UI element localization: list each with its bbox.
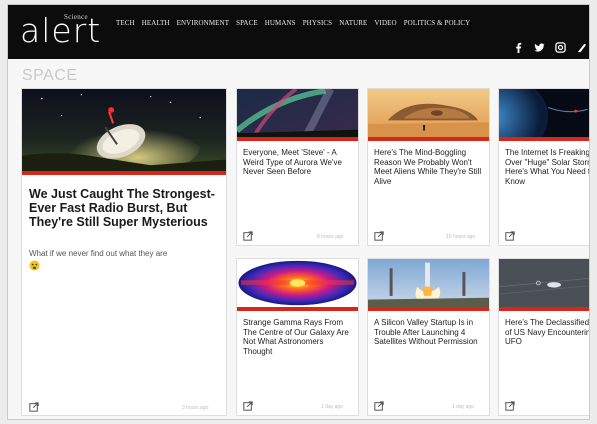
share-icon[interactable] bbox=[29, 402, 39, 412]
share-icon[interactable] bbox=[505, 231, 515, 241]
article-timestamp-4: 1 day ago bbox=[321, 404, 343, 410]
featured-article-card[interactable]: We Just Caught The Strongest-Ever Fast R… bbox=[21, 88, 227, 416]
nav-item-space[interactable]: Space bbox=[236, 19, 258, 27]
article-image-3[interactable] bbox=[499, 89, 589, 141]
nav-item-physics[interactable]: Physics bbox=[303, 19, 333, 27]
article-timestamp-1: 8 hours ago bbox=[317, 234, 344, 240]
page-frame: Science alert Tech Health Environment Sp… bbox=[7, 4, 590, 420]
article-title-1[interactable]: Everyone, Meet 'Steve' - A Weird Type of… bbox=[243, 148, 354, 177]
top-navigation-bar: Science alert Tech Health Environment Sp… bbox=[8, 5, 589, 59]
share-icon[interactable] bbox=[374, 231, 384, 241]
article-image-1[interactable] bbox=[237, 89, 358, 141]
article-title-3[interactable]: The Internet Is Freaking Out Over "Huge"… bbox=[505, 148, 589, 186]
share-icon[interactable] bbox=[243, 231, 253, 241]
logo-wordmark: alert bbox=[20, 11, 102, 50]
article-image-5[interactable] bbox=[368, 259, 489, 311]
article-card-6[interactable]: Here's The Declassified Video of US Navy… bbox=[498, 258, 589, 416]
article-card-2[interactable]: Here's The Mind-Boggling Reason We Proba… bbox=[367, 88, 490, 246]
article-timestamp-2: 10 hours ago bbox=[446, 234, 476, 240]
article-card-3[interactable]: The Internet Is Freaking Out Over "Huge"… bbox=[498, 88, 589, 246]
article-timestamp-5: 1 day ago bbox=[452, 404, 474, 410]
nav-item-video[interactable]: Video bbox=[374, 19, 396, 27]
facebook-icon[interactable] bbox=[513, 42, 524, 53]
article-image-6[interactable] bbox=[499, 259, 589, 311]
article-card-1[interactable]: Everyone, Meet 'Steve' - A Weird Type of… bbox=[236, 88, 359, 246]
featured-article-timestamp: 3 hours ago bbox=[182, 405, 209, 411]
share-icon[interactable] bbox=[374, 401, 384, 411]
nav-item-nature[interactable]: Nature bbox=[339, 19, 367, 27]
nav-item-environment[interactable]: Environment bbox=[177, 19, 229, 27]
article-title-6[interactable]: Here's The Declassified Video of US Navy… bbox=[505, 318, 589, 347]
article-image-2[interactable] bbox=[368, 89, 489, 141]
main-nav: Tech Health Environment Space Humans Phy… bbox=[116, 19, 470, 27]
article-image-4[interactable] bbox=[237, 259, 358, 311]
instagram-icon[interactable] bbox=[555, 42, 566, 53]
twitter-icon[interactable] bbox=[534, 42, 545, 53]
article-title-2[interactable]: Here's The Mind-Boggling Reason We Proba… bbox=[374, 148, 485, 186]
article-card-4[interactable]: Strange Gamma Rays From The Centre of Ou… bbox=[236, 258, 359, 416]
section-title: SPACE bbox=[22, 67, 78, 84]
nav-item-tech[interactable]: Tech bbox=[116, 19, 135, 27]
article-title-4[interactable]: Strange Gamma Rays From The Centre of Ou… bbox=[243, 318, 354, 356]
fearful-emoji-icon bbox=[29, 260, 40, 271]
more-icon[interactable] bbox=[576, 42, 587, 53]
featured-article-subtitle: What if we never find out what they are bbox=[29, 249, 168, 258]
nav-item-health[interactable]: Health bbox=[142, 19, 170, 27]
article-card-5[interactable]: A Silicon Valley Startup Is in Trouble A… bbox=[367, 258, 490, 416]
site-logo[interactable]: Science alert bbox=[20, 11, 110, 49]
nav-item-humans[interactable]: Humans bbox=[265, 19, 296, 27]
article-title-5[interactable]: A Silicon Valley Startup Is in Trouble A… bbox=[374, 318, 485, 347]
share-icon[interactable] bbox=[505, 401, 515, 411]
featured-article-title[interactable]: We Just Caught The Strongest-Ever Fast R… bbox=[29, 187, 227, 229]
nav-item-politics-policy[interactable]: Politics & Policy bbox=[404, 19, 471, 27]
featured-article-image[interactable] bbox=[22, 89, 226, 175]
social-links bbox=[513, 42, 587, 53]
share-icon[interactable] bbox=[243, 401, 253, 411]
